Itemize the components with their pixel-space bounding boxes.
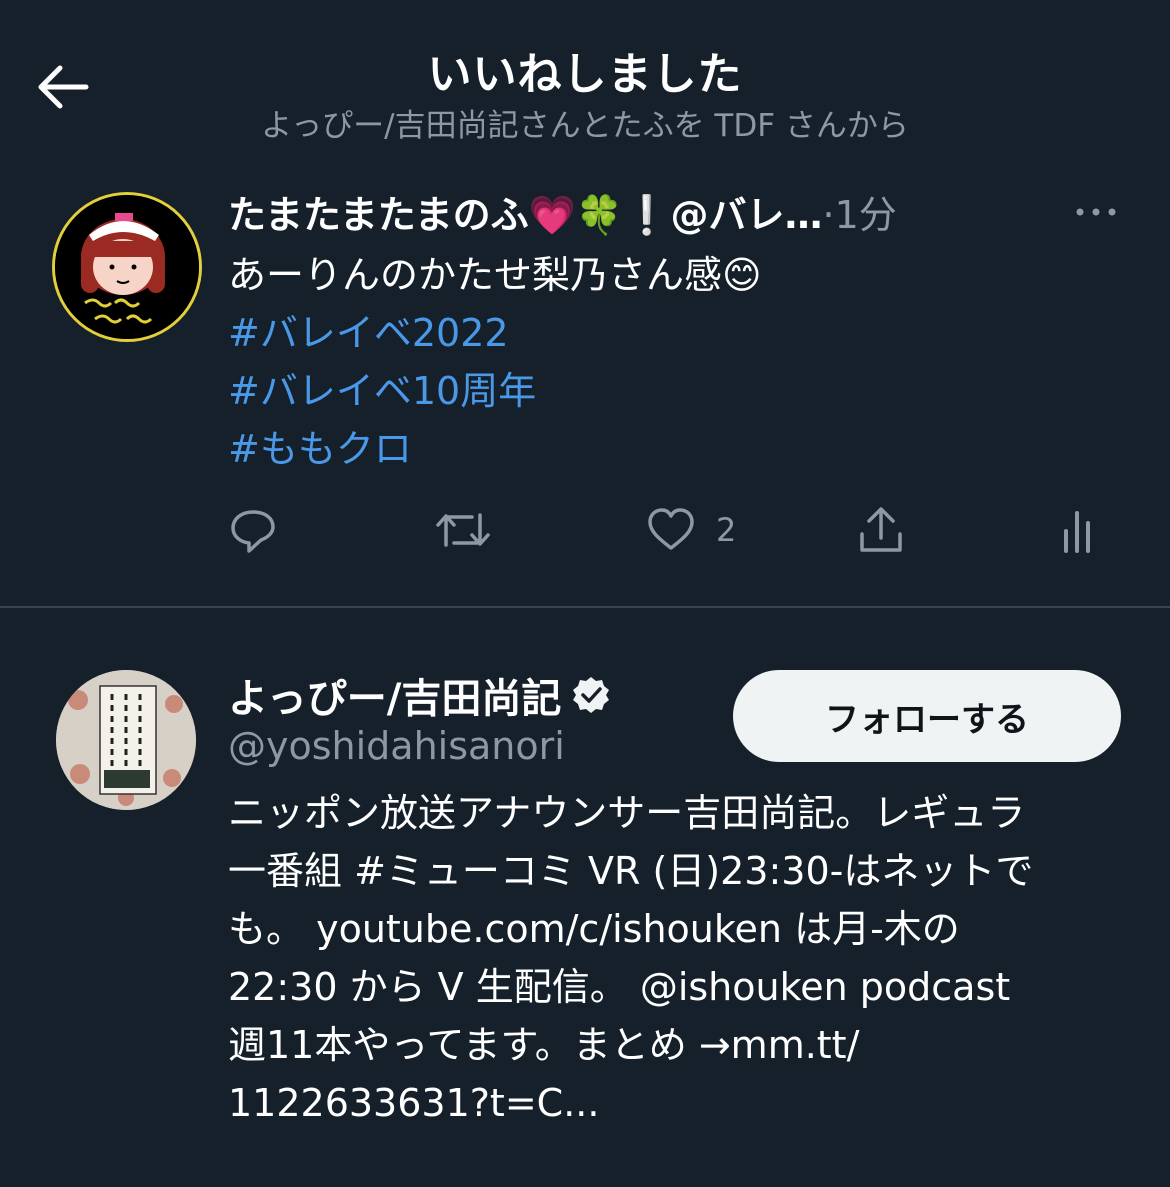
hashtag-link[interactable]: #バレイベ2022 (228, 304, 1128, 362)
bio-line: 一番組 #ミューコミ VR (日)23:30-はネットで (228, 849, 1034, 893)
bio-line: 22:30 から V 生配信。 @ishouken podcast (228, 965, 1011, 1009)
tweet-author-avatar[interactable] (52, 192, 202, 342)
share-icon (860, 507, 902, 552)
profile-avatar (55, 195, 199, 339)
user-bio: ニッポン放送アナウンサー吉田尚記。レギュラ 一番組 #ミューコミ VR (日)2… (228, 784, 1148, 1132)
user-avatar-image (56, 670, 196, 810)
like-count: 2 (716, 511, 737, 549)
tweet-author-name[interactable]: たまたまたまのふ💗🍀❕@バレ… (228, 184, 823, 239)
user-avatar[interactable] (56, 670, 196, 810)
more-dots-icon (1076, 208, 1116, 216)
analytics-button[interactable] (1058, 500, 1098, 560)
bio-line: も。 youtube.com/c/ishouken は月-木の (228, 907, 960, 951)
tweet-actions: 2 (0, 500, 1170, 560)
liked-tweet[interactable]: たまたまたまのふ💗🍀❕@バレ…·1分 あーりんのかたせ梨乃さん感😊 #バレイベ2… (0, 170, 1170, 606)
page-subtitle: よっぴー/吉田尚記さんとたふを TDF さんから (261, 108, 909, 144)
tweet-separator: · (822, 193, 835, 237)
hashtag-link[interactable]: #バレイベ10周年 (228, 362, 1128, 420)
retweet-button[interactable] (434, 500, 492, 560)
retweet-icon (436, 513, 490, 547)
tweet-text-line: あーりんのかたせ梨乃さん感😊 (228, 253, 762, 297)
like-button[interactable]: 2 (646, 500, 736, 560)
bio-line: 1122633631?t=C... (228, 1081, 600, 1125)
header: いいねしました よっぴー/吉田尚記さんとたふを TDF さんから (0, 0, 1170, 170)
user-handle[interactable]: @yoshidahisanori (228, 724, 565, 768)
reply-button[interactable] (228, 500, 278, 560)
verified-badge-icon (573, 677, 610, 713)
user-cell[interactable]: よっぴー/吉田尚記 @yoshidahisanori フォローする ニッポン放送… (0, 608, 1170, 1187)
tweet-time[interactable]: 1分 (835, 193, 897, 237)
more-options-button[interactable] (1068, 192, 1124, 232)
user-name[interactable]: よっぴー/吉田尚記 (228, 666, 561, 724)
tweet-text: あーりんのかたせ梨乃さん感😊 #バレイベ2022 #バレイベ10周年 #ももクロ (228, 246, 1128, 478)
user-name-row: よっぴー/吉田尚記 (228, 666, 611, 724)
bio-line: 週11本やってます。まとめ →mm.tt/ (228, 1023, 860, 1067)
page-title: いいねしました (427, 49, 743, 100)
tweet-header: たまたまたまのふ💗🍀❕@バレ…·1分 (228, 184, 1098, 240)
follow-button[interactable]: フォローする (733, 670, 1121, 762)
bio-line: ニッポン放送アナウンサー吉田尚記。レギュラ (228, 791, 1026, 835)
analytics-icon (1064, 511, 1090, 553)
heart-icon (648, 508, 694, 550)
reply-icon (231, 510, 275, 553)
hashtag-link[interactable]: #ももクロ (228, 420, 1128, 478)
share-button[interactable] (856, 500, 906, 560)
